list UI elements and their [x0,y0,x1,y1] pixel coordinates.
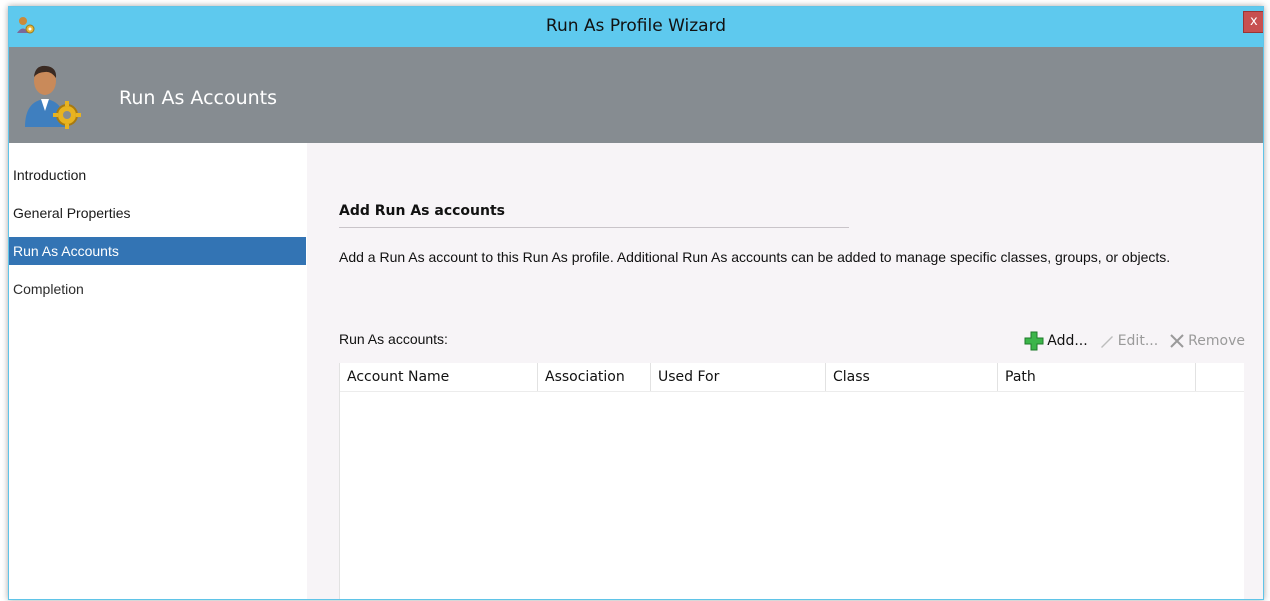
nav-step-general-properties[interactable]: General Properties [9,199,306,227]
main-content: Add Run As accounts Add a Run As account… [307,143,1263,599]
edit-label: Edit... [1117,333,1159,349]
wizard-window: Run As Profile Wizard x Run As Accounts … [8,6,1264,600]
column-header-path[interactable]: Path [998,363,1196,391]
remove-button[interactable]: Remove [1168,332,1245,350]
grid-header: Account Name Association Used For Class … [340,363,1244,392]
add-icon [1024,331,1044,351]
nav-step-run-as-accounts[interactable]: Run As Accounts [9,237,306,265]
add-label: Add... [1047,333,1088,349]
window-title: Run As Profile Wizard [545,16,727,36]
section-title: Add Run As accounts [339,203,506,219]
delete-x-icon [1170,334,1184,348]
column-header-association[interactable]: Association [538,363,651,391]
section-description: Add a Run As account to this Run As prof… [339,249,1171,265]
column-header-used-for[interactable]: Used For [651,363,826,391]
accounts-grid[interactable]: Account Name Association Used For Class … [339,363,1244,599]
edit-button[interactable]: Edit... [1098,332,1158,350]
nav-step-introduction[interactable]: Introduction [9,161,306,189]
close-button[interactable]: x [1243,11,1263,33]
accounts-toolbar: Add... Edit... Remove [1023,329,1245,353]
nav-step-completion[interactable]: Completion [9,275,306,303]
accounts-list-label: Run As accounts: [339,331,448,347]
add-button[interactable]: Add... [1023,330,1088,352]
pencil-icon [1100,336,1113,348]
page-title: Run As Accounts [119,87,278,109]
wizard-steps-nav: Introduction General Properties Run As A… [9,143,307,599]
column-header-account-name[interactable]: Account Name [340,363,538,391]
column-header-class[interactable]: Class [826,363,998,391]
section-divider [339,227,849,228]
title-bar[interactable]: Run As Profile Wizard x [9,7,1263,47]
wizard-header: Run As Accounts [9,47,1263,143]
remove-label: Remove [1188,333,1245,349]
user-gear-icon [25,65,81,129]
